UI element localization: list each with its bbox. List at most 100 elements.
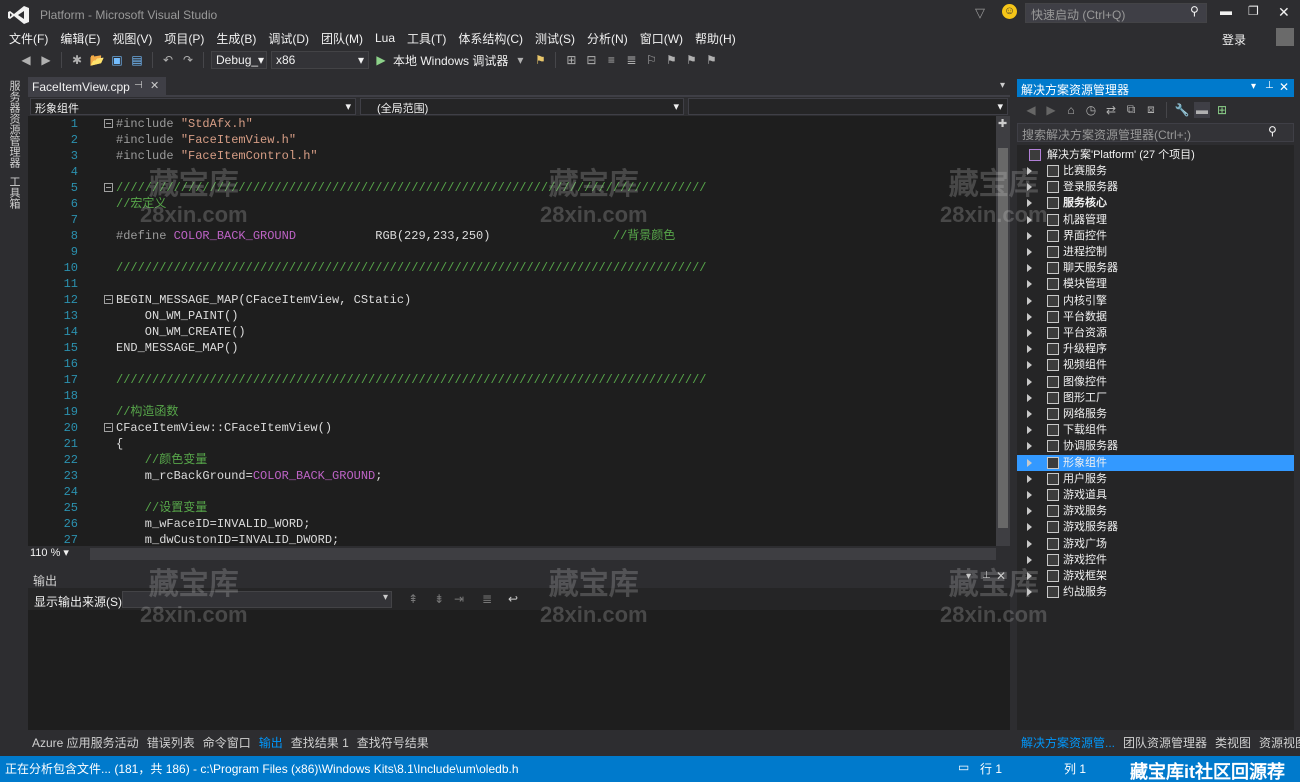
filter-icon[interactable]: ▽ (975, 5, 985, 21)
code-line[interactable]: 27 m_dwCustonID=INVALID_DWORD; (28, 532, 996, 546)
pin-icon[interactable]: ⊥ (1265, 80, 1274, 91)
project-node[interactable]: 内核引擎 (1017, 293, 1294, 309)
menu-item[interactable]: 文件(F) (6, 30, 57, 47)
right-panel-tab[interactable]: 解决方案资源管... (1021, 734, 1115, 751)
forward-icon[interactable]: ▶ (1043, 102, 1059, 118)
pending-changes-filter-icon[interactable]: ◷ (1083, 102, 1099, 118)
bookmark-next-icon[interactable]: ⚑ (683, 52, 699, 68)
project-node[interactable]: 游戏道具 (1017, 487, 1294, 503)
project-node[interactable]: 比赛服务 (1017, 163, 1294, 179)
project-node[interactable]: 聊天服务器 (1017, 260, 1294, 276)
member-scope-dropdown[interactable]: ▾ (688, 98, 1008, 115)
expand-arrow-icon[interactable] (1027, 248, 1032, 256)
code-line[interactable]: 18 (28, 388, 996, 404)
collapse-region-icon[interactable] (104, 183, 113, 192)
project-node[interactable]: 游戏框架 (1017, 568, 1294, 584)
code-line[interactable]: 1 #include "StdAfx.h" (28, 116, 996, 132)
word-wrap-icon[interactable]: ↩ (508, 592, 518, 606)
code-line[interactable]: 8 #define COLOR_BACK_GROUND RGB(229,233,2… (28, 228, 996, 244)
code-line[interactable]: 17 //////////////////////////////////////… (28, 372, 996, 388)
expand-arrow-icon[interactable] (1027, 393, 1032, 402)
uncomment-icon[interactable]: ≣ (623, 52, 639, 68)
bottom-tab[interactable]: 命令窗口 (203, 734, 251, 751)
expand-arrow-icon[interactable] (1027, 410, 1032, 418)
split-editor-icon[interactable]: ✚ (998, 117, 1007, 130)
properties-wrench-icon[interactable]: 🔧 (1174, 102, 1190, 118)
document-tab[interactable]: FaceItemView.cpp ⊣ ✕ (28, 77, 166, 96)
project-node[interactable]: 升级程序 (1017, 341, 1294, 357)
search-icon[interactable]: ⚲ (1190, 4, 1199, 18)
show-all-files-icon[interactable]: ⧈ (1143, 102, 1159, 118)
menu-item[interactable]: 帮助(H) (692, 30, 745, 47)
project-scope-dropdown[interactable]: 形象组件 ▾ (30, 98, 356, 115)
save-all-icon[interactable]: ▤ (129, 52, 145, 68)
code-line[interactable]: 11 (28, 276, 996, 292)
project-node[interactable]: 游戏控件 (1017, 552, 1294, 568)
sync-icon[interactable]: ⇄ (1103, 102, 1119, 118)
collapse-region-icon[interactable] (104, 119, 113, 128)
expand-arrow-icon[interactable] (1027, 491, 1032, 499)
pin-icon[interactable]: ⊣ (134, 80, 143, 91)
server-explorer-tab[interactable]: 服务器资源管理器 (6, 80, 22, 168)
search-icon[interactable]: ⚲ (1268, 124, 1277, 138)
right-panel-tab[interactable]: 团队资源管理器 (1123, 734, 1207, 751)
save-icon[interactable]: ▣ (109, 52, 125, 68)
start-debug-icon[interactable]: ▶ (373, 52, 389, 68)
expand-arrow-icon[interactable] (1027, 555, 1032, 564)
solution-root-node[interactable]: 解决方案'Platform' (27 个项目) (1017, 147, 1294, 163)
menu-item[interactable]: 调试(D) (265, 30, 318, 47)
project-node[interactable]: 游戏广场 (1017, 536, 1294, 552)
project-node[interactable]: 图像控件 (1017, 374, 1294, 390)
code-line[interactable]: 23 m_rcBackGround=COLOR_BACK_GROUND; (28, 468, 996, 484)
code-line[interactable]: 20 CFaceItemView::CFaceItemView() (28, 420, 996, 436)
right-panel-tab[interactable]: 类视图 (1215, 734, 1251, 751)
comment-icon[interactable]: ≡ (603, 52, 619, 68)
code-line[interactable]: 24 (28, 484, 996, 500)
expand-arrow-icon[interactable] (1027, 539, 1032, 548)
project-node[interactable]: 约战服务 (1017, 584, 1294, 600)
code-line[interactable]: 14 ON_WM_CREATE() (28, 324, 996, 340)
global-scope-dropdown[interactable]: (全局范围) ▾ (360, 98, 684, 115)
expand-arrow-icon[interactable] (1027, 345, 1032, 354)
expand-arrow-icon[interactable] (1027, 458, 1032, 467)
undo-icon[interactable]: ↶ (160, 52, 176, 68)
toolbar-icon[interactable]: ⊞ (563, 52, 579, 68)
expand-arrow-icon[interactable] (1027, 231, 1032, 240)
code-line[interactable]: 22 //颜色变量 (28, 452, 996, 468)
class-diagram-icon[interactable]: ⊞ (1214, 102, 1230, 118)
collapse-region-icon[interactable] (104, 423, 113, 432)
bottom-tab[interactable]: Azure 应用服务活动 (32, 734, 139, 751)
find-in-files-icon[interactable]: ⚑ (532, 52, 548, 68)
preview-selected-icon[interactable]: ▬ (1194, 101, 1210, 118)
redo-icon[interactable]: ↷ (180, 52, 196, 68)
project-node[interactable]: 网络服务 (1017, 406, 1294, 422)
menu-item[interactable]: 工具(T) (404, 30, 455, 47)
bottom-tab[interactable]: 输出 (259, 734, 283, 751)
project-node[interactable]: 下载组件 (1017, 422, 1294, 438)
code-line[interactable]: 21 { (28, 436, 996, 452)
menu-item[interactable]: 生成(B) (213, 30, 265, 47)
menu-item[interactable]: 窗口(W) (637, 30, 692, 47)
panel-menu-icon[interactable]: ▾ (1251, 81, 1256, 92)
project-node[interactable]: 游戏服务 (1017, 503, 1294, 519)
code-line[interactable]: 12 BEGIN_MESSAGE_MAP(CFaceItemView, CStat… (28, 292, 996, 308)
account-avatar-icon[interactable] (1276, 28, 1294, 46)
code-line[interactable]: 3 #include "FaceItemControl.h" (28, 148, 996, 164)
project-node[interactable]: 协调服务器 (1017, 438, 1294, 454)
back-navigate-icon[interactable]: ◀ (18, 52, 34, 68)
go-to-next-message-icon[interactable]: ⇟ (434, 592, 444, 606)
toolbar-icon[interactable]: ⊟ (583, 52, 599, 68)
project-node[interactable]: 进程控制 (1017, 244, 1294, 260)
home-icon[interactable]: ⌂ (1063, 102, 1079, 118)
expand-arrow-icon[interactable] (1027, 264, 1032, 273)
project-node[interactable]: 机器管理 (1017, 212, 1294, 228)
expand-arrow-icon[interactable] (1027, 361, 1032, 370)
project-node[interactable]: 平台资源 (1017, 325, 1294, 341)
menu-item[interactable]: 体系结构(C) (455, 30, 532, 47)
editor-horizontal-scrollbar[interactable] (90, 548, 996, 560)
solution-explorer-search-input[interactable]: 搜索解决方案资源管理器(Ctrl+;) (1017, 123, 1294, 142)
right-panel-tab[interactable]: 资源视图 (1259, 734, 1300, 751)
new-project-icon[interactable]: ✱ (69, 52, 85, 68)
feedback-smiley-icon[interactable]: ☺ (1002, 4, 1017, 19)
code-line[interactable]: 13 ON_WM_PAINT() (28, 308, 996, 324)
